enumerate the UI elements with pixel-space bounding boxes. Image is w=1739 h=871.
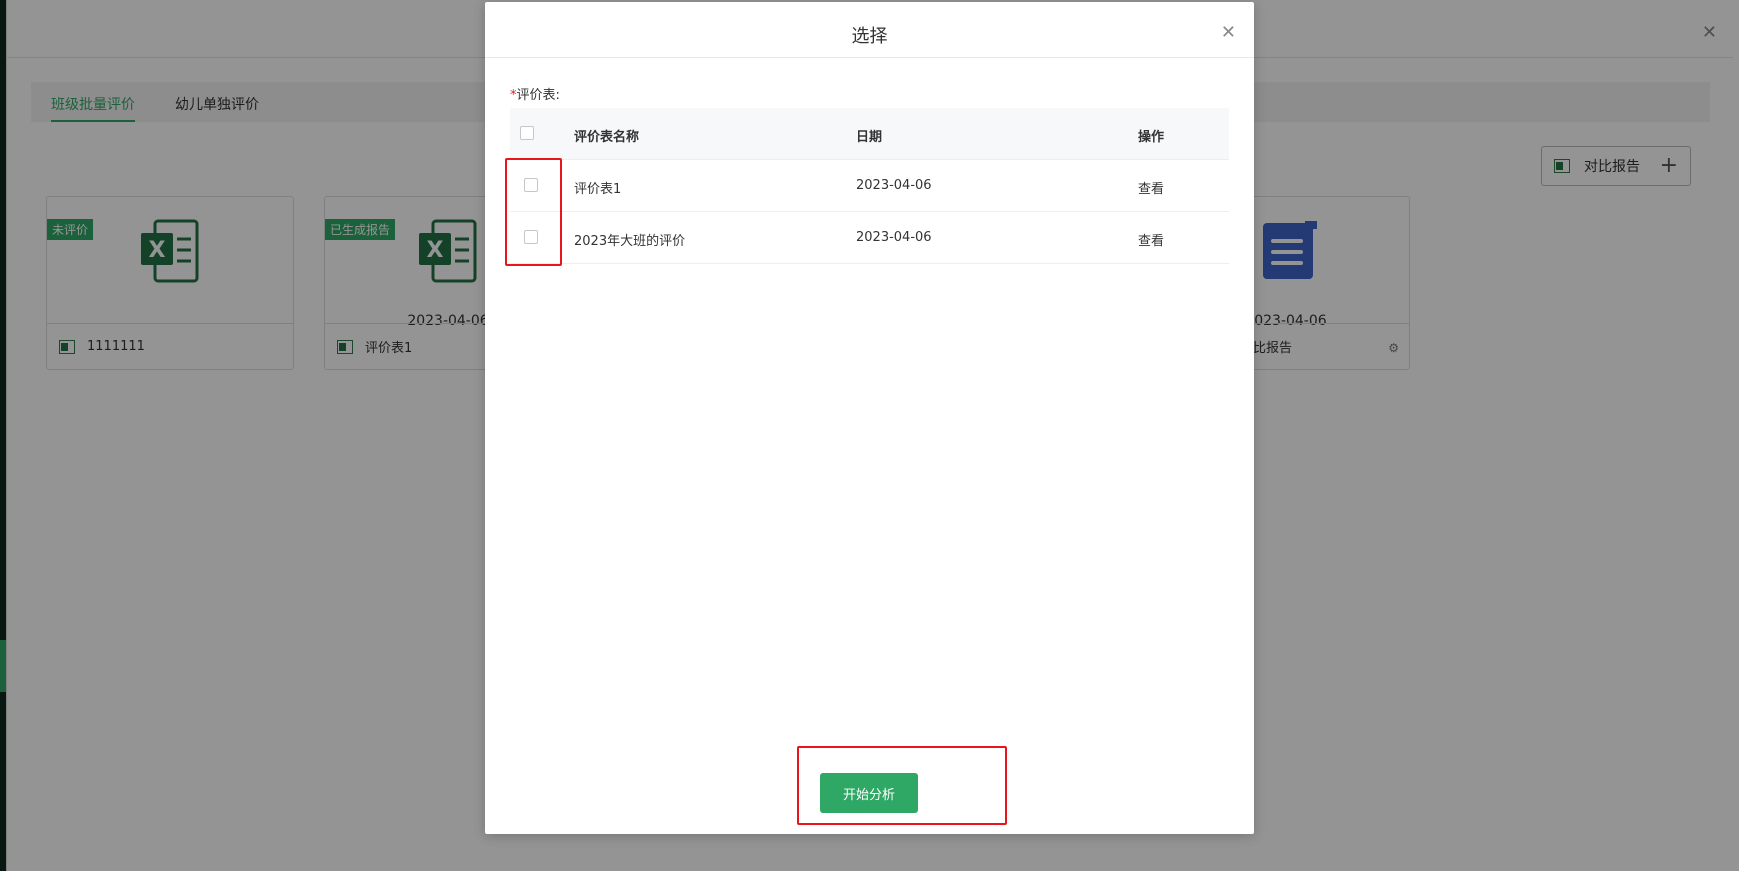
evaluation-table: 评价表名称 日期 操作 评价表1 2023-04-06 查看 2023年大班的评… — [510, 108, 1229, 264]
view-link[interactable]: 查看 — [1138, 230, 1164, 249]
row-date: 2023-04-06 — [856, 230, 932, 245]
annotation-box-start-button — [797, 746, 1007, 825]
column-header-action: 操作 — [1138, 130, 1165, 145]
column-header-name: 评价表名称 — [574, 130, 640, 145]
table-row: 评价表1 2023-04-06 查看 — [510, 160, 1229, 212]
select-dialog: 选择 ✕ *评价表: 评价表名称 日期 操作 评价表1 2023-04-06 查… — [485, 2, 1254, 834]
row-name: 2023年大班的评价 — [574, 234, 686, 249]
field-label-text: 评价表: — [516, 88, 560, 103]
view-link[interactable]: 查看 — [1138, 178, 1164, 197]
annotation-box-checkboxes — [505, 158, 562, 266]
field-label: *评价表: — [510, 84, 560, 103]
select-all-checkbox[interactable] — [520, 126, 534, 144]
dialog-title: 选择 — [851, 26, 888, 47]
row-name: 评价表1 — [574, 182, 622, 197]
close-icon[interactable]: ✕ — [1221, 22, 1236, 43]
table-header-row: 评价表名称 日期 操作 — [510, 108, 1229, 160]
table-row: 2023年大班的评价 2023-04-06 查看 — [510, 212, 1229, 264]
dialog-header: 选择 ✕ — [485, 2, 1254, 58]
column-header-date: 日期 — [856, 130, 883, 145]
row-date: 2023-04-06 — [856, 178, 932, 193]
